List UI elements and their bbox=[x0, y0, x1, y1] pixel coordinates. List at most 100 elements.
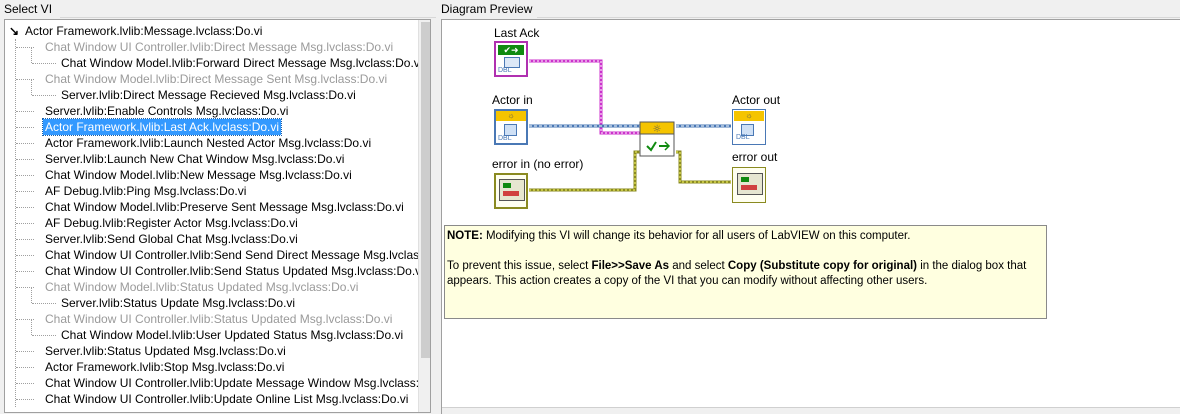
note-file-menu: File>>Save As bbox=[591, 260, 670, 272]
error-out-terminal[interactable] bbox=[732, 167, 766, 203]
tree-item[interactable]: Chat Window UI Controller.lvlib:Send Sen… bbox=[5, 247, 430, 263]
actor-out-sun-icon: ☼ bbox=[734, 111, 764, 121]
tree-item-label: Server.lvlib:Send Global Chat Msg.lvclas… bbox=[45, 232, 298, 246]
tree-item[interactable]: Actor Framework.lvlib:Launch Nested Acto… bbox=[5, 135, 415, 151]
tree-item[interactable]: Server.lvlib:Direct Message Recieved Msg… bbox=[5, 79, 415, 103]
error-out-label: error out bbox=[732, 150, 778, 164]
tree-branch-line bbox=[31, 47, 32, 63]
actor-sun-icon: ☼ bbox=[496, 111, 526, 121]
tree-item-label: AF Debug.lvlib:Ping Msg.lvclass:Do.vi bbox=[45, 184, 247, 198]
note-p2-mid: and select bbox=[669, 260, 728, 272]
tree-item[interactable]: Chat Window Model.lvlib:Status Updated M… bbox=[5, 279, 415, 295]
note-line-1-text: Modifying this VI will change its behavi… bbox=[482, 230, 911, 242]
tree-item-label: Chat Window Model.lvlib:Preserve Sent Me… bbox=[45, 200, 404, 214]
tree-item[interactable]: AF Debug.lvlib:Ping Msg.lvclass:Do.vi bbox=[5, 183, 415, 199]
diagram-preview-divider bbox=[537, 17, 1180, 18]
actor-in-terminal[interactable]: ☼ DBL bbox=[494, 109, 528, 145]
checkmark-arrow-icon: ✔➜ bbox=[498, 45, 524, 55]
last-ack-node[interactable]: ☼ bbox=[639, 121, 675, 157]
select-vi-label: Select VI bbox=[4, 2, 53, 16]
tree-branch-line bbox=[16, 159, 34, 160]
tree-scroll-thumb[interactable] bbox=[421, 22, 430, 358]
tree-branch-line bbox=[31, 287, 32, 303]
tree-item-label: Chat Window UI Controller.lvlib:Direct M… bbox=[45, 40, 394, 54]
tree-branch-line bbox=[16, 383, 34, 384]
tree-item-label: Chat Window Model.lvlib:User Updated Sta… bbox=[61, 328, 404, 342]
tree-item-label: Chat Window UI Controller.lvlib:Update M… bbox=[45, 376, 431, 390]
tree-item-label: Actor Framework.lvlib:Message.lvclass:Do… bbox=[25, 24, 263, 38]
tree-branch-line bbox=[32, 335, 56, 336]
note-copy-option: Copy (Substitute copy for original) bbox=[727, 260, 917, 272]
tree-branch-line bbox=[32, 303, 56, 304]
error-cluster-icon bbox=[499, 179, 525, 201]
tree-item[interactable]: Chat Window UI Controller.lvlib:Direct M… bbox=[5, 39, 415, 55]
note-line-2: To prevent this issue, select File>>Save… bbox=[447, 259, 1044, 289]
note-line-1: NOTE: Modifying this VI will change its … bbox=[447, 229, 1044, 244]
tree-item[interactable]: Chat Window Model.lvlib:Forward Direct M… bbox=[5, 47, 422, 71]
tree-branch-line bbox=[16, 223, 34, 224]
tree-branch-line bbox=[31, 319, 32, 335]
actor-out-label: Actor out bbox=[732, 93, 781, 107]
tree-item-label: Chat Window Model.lvlib:New Message Msg.… bbox=[45, 168, 352, 182]
tree-item[interactable]: Server.lvlib:Enable Controls Msg.lvclass… bbox=[5, 103, 415, 119]
tree-item[interactable]: Server.lvlib:Status Updated Msg.lvclass:… bbox=[5, 343, 415, 359]
tree-item-label: Chat Window UI Controller.lvlib:Send Sen… bbox=[45, 248, 431, 262]
tree-root-item[interactable]: ↘ Actor Framework.lvlib:Message.lvclass:D… bbox=[5, 23, 415, 39]
tree-branch-line bbox=[16, 399, 34, 400]
tree-item-label: Server.lvlib:Status Updated Msg.lvclass:… bbox=[45, 344, 286, 358]
diagram-horizontal-scrollbar[interactable] bbox=[442, 407, 1180, 414]
tree-item[interactable]: Server.lvlib:Launch New Chat Window Msg.… bbox=[5, 151, 415, 167]
tree-branch-line bbox=[16, 351, 34, 352]
note-label: NOTE: bbox=[447, 230, 483, 242]
last-ack-label: Last Ack bbox=[494, 26, 540, 40]
svg-text:☼: ☼ bbox=[653, 124, 662, 135]
tree-item-label: Server.lvlib:Status Update Msg.lvclass:D… bbox=[61, 296, 296, 310]
tree-item[interactable]: Chat Window UI Controller.lvlib:Status U… bbox=[5, 311, 415, 327]
tree-item-label: Actor Framework.lvlib:Stop Msg.lvclass:D… bbox=[45, 360, 285, 374]
tree-item-label: Chat Window UI Controller.lvlib:Send Sta… bbox=[45, 264, 424, 278]
tree-item-label: Chat Window Model.lvlib:Direct Message S… bbox=[45, 72, 388, 86]
tree-branch-line bbox=[32, 95, 56, 96]
tree-item[interactable]: Chat Window UI Controller.lvlib:Update M… bbox=[5, 375, 430, 391]
tree-item-label: Server.lvlib:Direct Message Recieved Msg… bbox=[61, 88, 356, 102]
diagram-preview: ☼ Last Ack ✔➜ DBL Actor in ☼ DBL error i… bbox=[441, 19, 1180, 414]
tree-item[interactable]: Actor Framework.lvlib:Stop Msg.lvclass:D… bbox=[5, 359, 415, 375]
tree-branch-line bbox=[16, 239, 34, 240]
select-vi-divider bbox=[60, 17, 436, 18]
last-ack-terminal[interactable]: ✔➜ DBL bbox=[494, 41, 528, 77]
note-p2-prefix: To prevent this issue, select bbox=[447, 260, 592, 272]
tree-item[interactable]: AF Debug.lvlib:Register Actor Msg.lvclas… bbox=[5, 215, 415, 231]
root-arrow-icon: ↘ bbox=[9, 24, 20, 38]
tree-branch-line bbox=[16, 255, 34, 256]
tree-item[interactable]: Chat Window Model.lvlib:User Updated Sta… bbox=[5, 319, 415, 343]
tree-branch-line bbox=[16, 207, 34, 208]
error-in-terminal[interactable] bbox=[494, 173, 528, 209]
last-ack-wire bbox=[529, 59, 640, 135]
vi-tree[interactable]: ↘ Actor Framework.lvlib:Message.lvclass:D… bbox=[4, 19, 431, 413]
tree-branch-line bbox=[32, 63, 56, 64]
tree-item[interactable]: Chat Window Model.lvlib:New Message Msg.… bbox=[5, 167, 415, 183]
modification-warning-note: NOTE: Modifying this VI will change its … bbox=[444, 225, 1047, 319]
tree-branch-line bbox=[16, 111, 34, 112]
tree-branch-line bbox=[16, 367, 34, 368]
last-ack-badge: DBL bbox=[498, 67, 512, 74]
error-in-label: error in (no error) bbox=[492, 157, 584, 171]
error-out-cluster-icon bbox=[737, 173, 763, 195]
tree-item[interactable]: Server.lvlib:Status Update Msg.lvclass:D… bbox=[5, 287, 415, 311]
tree-item[interactable]: Chat Window Model.lvlib:Preserve Sent Me… bbox=[5, 199, 415, 215]
tree-branch-line bbox=[16, 127, 34, 128]
tree-item-label: Chat Window Model.lvlib:Status Updated M… bbox=[45, 280, 359, 294]
tree-branch-line bbox=[16, 143, 34, 144]
tree-item[interactable]: Chat Window UI Controller.lvlib:Update O… bbox=[5, 391, 415, 407]
tree-item-label: Actor Framework.lvlib:Last Ack.lvclass:D… bbox=[41, 118, 283, 136]
tree-vertical-scrollbar[interactable] bbox=[418, 20, 430, 412]
tree-item-label: Chat Window Model.lvlib:Forward Direct M… bbox=[61, 56, 423, 70]
actor-in-badge: DBL bbox=[498, 135, 512, 142]
actor-out-badge: DBL bbox=[736, 134, 750, 141]
tree-item-selected[interactable]: Actor Framework.lvlib:Last Ack.lvclass:D… bbox=[5, 118, 415, 136]
tree-item[interactable]: Server.lvlib:Send Global Chat Msg.lvclas… bbox=[5, 231, 415, 247]
tree-item-label: Server.lvlib:Enable Controls Msg.lvclass… bbox=[45, 104, 289, 118]
tree-item[interactable]: Chat Window Model.lvlib:Direct Message S… bbox=[5, 71, 415, 87]
actor-out-terminal[interactable]: ☼ DBL bbox=[732, 109, 766, 145]
tree-item[interactable]: Chat Window UI Controller.lvlib:Send Sta… bbox=[5, 263, 424, 279]
